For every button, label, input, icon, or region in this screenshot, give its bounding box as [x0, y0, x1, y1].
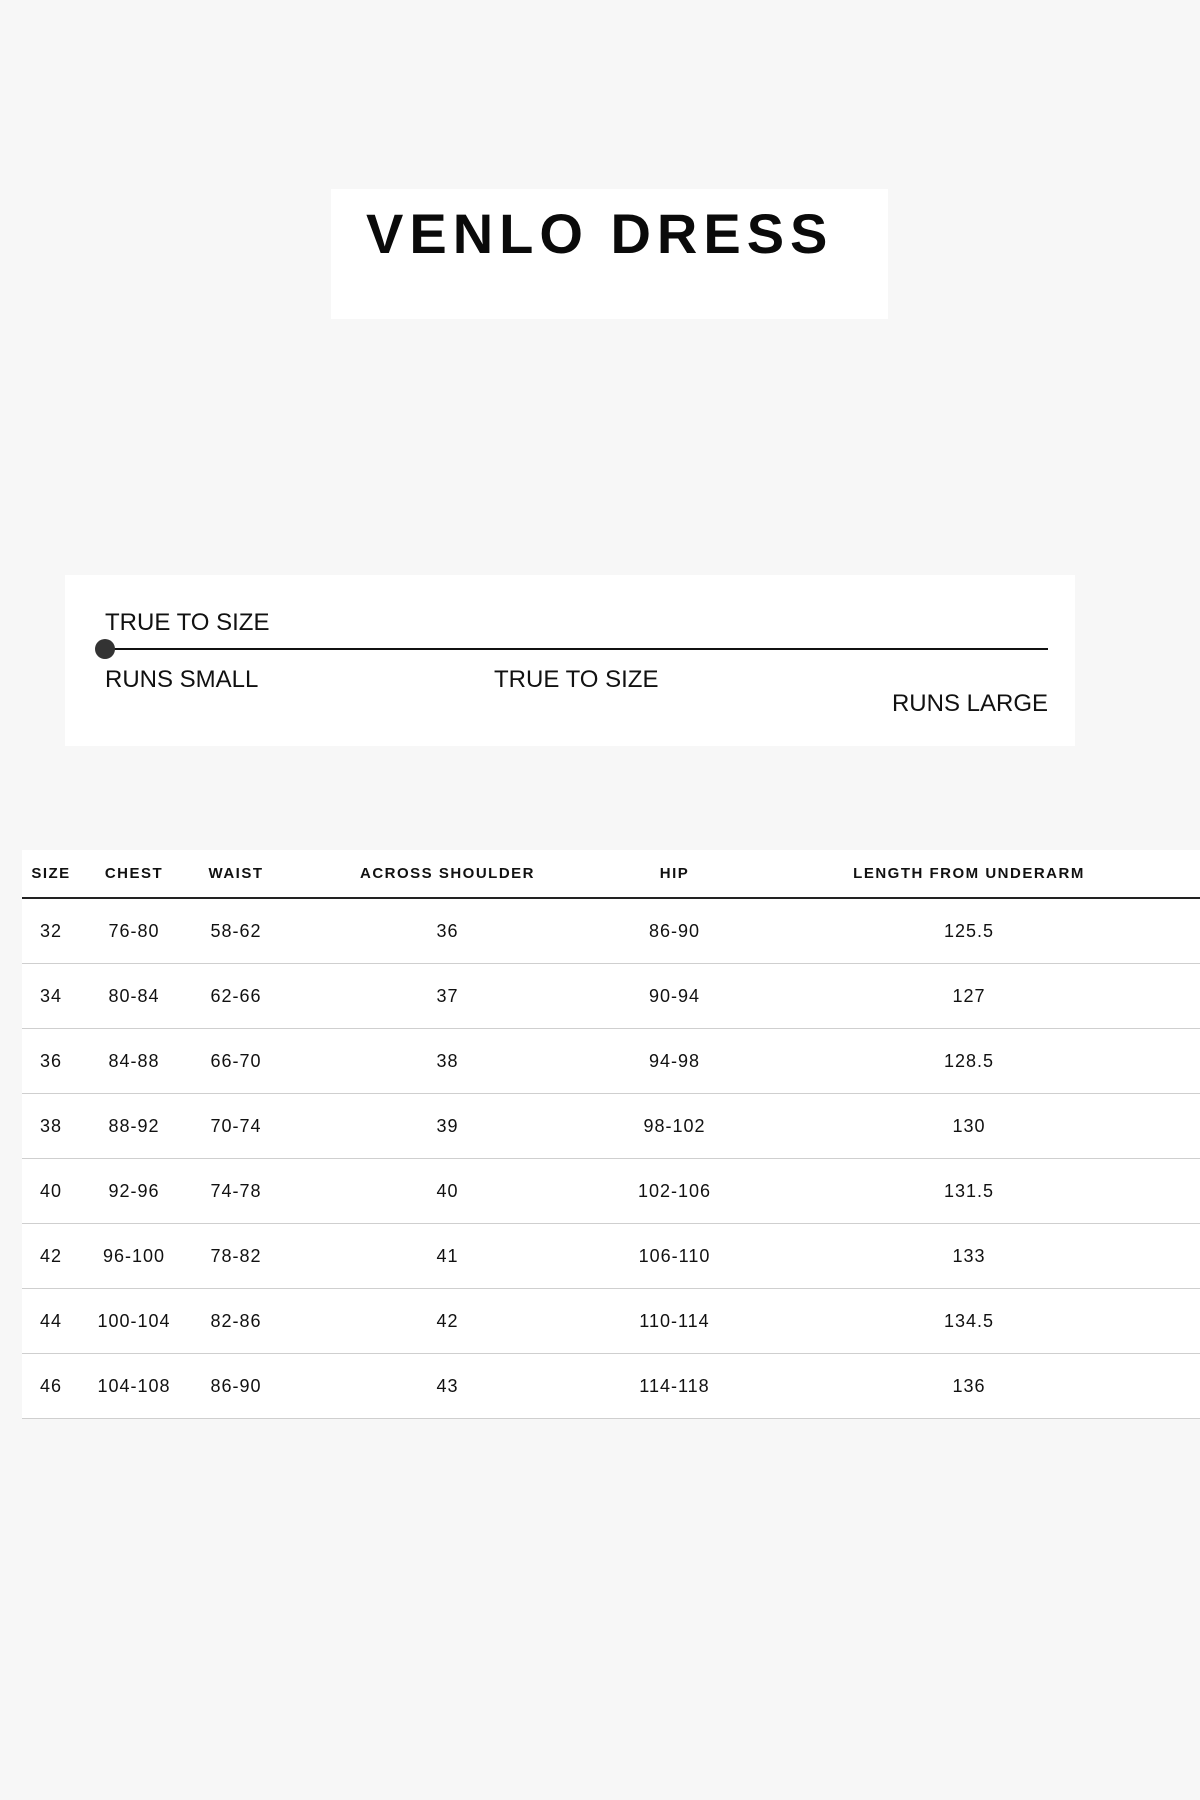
- column-header-length-from-underarm: LENGTH FROM UNDERARM: [738, 850, 1200, 899]
- chest-cell: 96-100: [80, 1223, 188, 1289]
- hip-cell: 106-110: [611, 1223, 738, 1289]
- across-shoulder-cell: 37: [284, 963, 611, 1029]
- length-cell: 130: [738, 1093, 1200, 1159]
- table-row: 38 88-92 70-74 39 98-102 130: [22, 1093, 1200, 1159]
- waist-cell: 82-86: [188, 1288, 284, 1354]
- waist-cell: 74-78: [188, 1158, 284, 1224]
- column-header-size: SIZE: [22, 850, 80, 899]
- length-cell: 127: [738, 963, 1200, 1029]
- size-cell: 34: [22, 963, 80, 1029]
- length-cell: 134.5: [738, 1288, 1200, 1354]
- across-shoulder-cell: 42: [284, 1288, 611, 1354]
- across-shoulder-cell: 36: [284, 898, 611, 964]
- waist-cell: 86-90: [188, 1353, 284, 1419]
- chest-cell: 84-88: [80, 1028, 188, 1094]
- chest-cell: 76-80: [80, 898, 188, 964]
- waist-cell: 66-70: [188, 1028, 284, 1094]
- fit-scale-marker: [95, 639, 115, 659]
- waist-cell: 78-82: [188, 1223, 284, 1289]
- size-cell: 38: [22, 1093, 80, 1159]
- table-row: 46 104-108 86-90 43 114-118 136: [22, 1353, 1200, 1419]
- across-shoulder-cell: 43: [284, 1353, 611, 1419]
- table-header-row: SIZE CHEST WAIST ACROSS SHOULDER HIP LEN…: [22, 850, 1200, 899]
- across-shoulder-cell: 38: [284, 1028, 611, 1094]
- column-header-waist: WAIST: [188, 850, 284, 899]
- chest-cell: 100-104: [80, 1288, 188, 1354]
- hip-cell: 98-102: [611, 1093, 738, 1159]
- column-header-across-shoulder: ACROSS SHOULDER: [284, 850, 611, 899]
- size-table: SIZE CHEST WAIST ACROSS SHOULDER HIP LEN…: [22, 850, 1200, 1419]
- product-title: VENLO DRESS: [366, 202, 834, 265]
- size-cell: 44: [22, 1288, 80, 1354]
- chest-cell: 88-92: [80, 1093, 188, 1159]
- length-cell: 133: [738, 1223, 1200, 1289]
- table-row: 44 100-104 82-86 42 110-114 134.5: [22, 1288, 1200, 1354]
- size-chart: SIZE CHEST WAIST ACROSS SHOULDER HIP LEN…: [22, 850, 1200, 1419]
- across-shoulder-cell: 41: [284, 1223, 611, 1289]
- hip-cell: 94-98: [611, 1028, 738, 1094]
- fit-panel: TRUE TO SIZE RUNS SMALL TRUE TO SIZE RUN…: [65, 575, 1075, 746]
- length-cell: 136: [738, 1353, 1200, 1419]
- hip-cell: 102-106: [611, 1158, 738, 1224]
- table-row: 42 96-100 78-82 41 106-110 133: [22, 1223, 1200, 1289]
- length-cell: 131.5: [738, 1158, 1200, 1224]
- across-shoulder-cell: 40: [284, 1158, 611, 1224]
- fit-label-runs-large: RUNS LARGE: [891, 690, 1048, 717]
- waist-cell: 58-62: [188, 898, 284, 964]
- hip-cell: 114-118: [611, 1353, 738, 1419]
- size-cell: 36: [22, 1028, 80, 1094]
- fit-scale-track: [105, 648, 1048, 650]
- column-header-chest: CHEST: [80, 850, 188, 899]
- fit-label-runs-small: RUNS SMALL: [105, 666, 259, 693]
- hip-cell: 86-90: [611, 898, 738, 964]
- fit-current-label: TRUE TO SIZE: [105, 609, 270, 636]
- fit-label-true-to-size: TRUE TO SIZE: [494, 666, 659, 693]
- waist-cell: 70-74: [188, 1093, 284, 1159]
- chest-cell: 92-96: [80, 1158, 188, 1224]
- title-card: VENLO DRESS: [331, 189, 888, 319]
- size-cell: 32: [22, 898, 80, 964]
- table-row: 36 84-88 66-70 38 94-98 128.5: [22, 1028, 1200, 1094]
- size-cell: 46: [22, 1353, 80, 1419]
- chest-cell: 104-108: [80, 1353, 188, 1419]
- size-cell: 40: [22, 1158, 80, 1224]
- size-cell: 42: [22, 1223, 80, 1289]
- table-row: 34 80-84 62-66 37 90-94 127: [22, 963, 1200, 1029]
- hip-cell: 90-94: [611, 963, 738, 1029]
- length-cell: 128.5: [738, 1028, 1200, 1094]
- chest-cell: 80-84: [80, 963, 188, 1029]
- table-row: 32 76-80 58-62 36 86-90 125.5: [22, 898, 1200, 964]
- length-cell: 125.5: [738, 898, 1200, 964]
- across-shoulder-cell: 39: [284, 1093, 611, 1159]
- column-header-hip: HIP: [611, 850, 738, 899]
- waist-cell: 62-66: [188, 963, 284, 1029]
- hip-cell: 110-114: [611, 1288, 738, 1354]
- table-row: 40 92-96 74-78 40 102-106 131.5: [22, 1158, 1200, 1224]
